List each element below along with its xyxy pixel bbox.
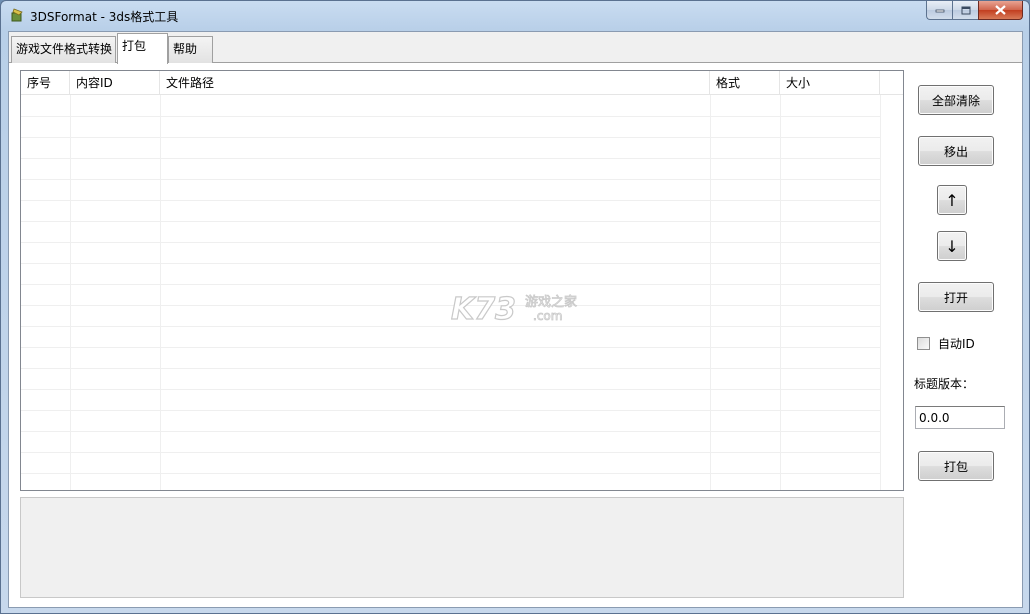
column-header-index[interactable]: 序号 — [21, 71, 70, 95]
move-down-button[interactable]: ↓ — [937, 231, 967, 261]
column-header-file-path[interactable]: 文件路径 — [160, 71, 710, 95]
pack-tab-page: 序号 内容ID 文件路径 格式 大小 K73 游戏之家 .com 全部清除 移出… — [9, 63, 1022, 607]
title-bar: 3DSFormat - 3ds格式工具 — [1, 1, 1029, 31]
tab-pack[interactable]: 打包 — [117, 33, 168, 64]
svg-text:游戏之家: 游戏之家 — [525, 294, 577, 310]
grid-line — [21, 473, 881, 474]
app-icon — [11, 8, 23, 22]
watermark-logo: K73 游戏之家 .com — [450, 289, 601, 332]
grid-line — [21, 347, 881, 348]
window-title: 3DSFormat - 3ds格式工具 — [30, 10, 179, 24]
file-list-header: 序号 内容ID 文件路径 格式 大小 — [21, 71, 903, 95]
grid-line — [21, 179, 881, 180]
grid-line — [21, 221, 881, 222]
grid-line — [21, 242, 881, 243]
tab-strip: 游戏文件格式转换 打包 帮助 — [9, 32, 1022, 64]
column-header-size[interactable]: 大小 — [780, 71, 880, 95]
grid-line — [21, 200, 881, 201]
open-button[interactable]: 打开 — [918, 282, 994, 312]
grid-line — [21, 410, 881, 411]
grid-line — [21, 452, 881, 453]
grid-line — [21, 389, 881, 390]
grid-line — [21, 158, 881, 159]
close-button[interactable] — [978, 1, 1023, 20]
log-panel — [20, 497, 904, 598]
svg-text:.com: .com — [533, 309, 562, 323]
title-version-label: 标题版本： — [914, 377, 975, 391]
client-area: 游戏文件格式转换 打包 帮助 序号 内容ID 文件路径 格式 大小 K73 游戏… — [8, 31, 1023, 608]
clear-all-button[interactable]: 全部清除 — [918, 85, 994, 115]
app-window: 3DSFormat - 3ds格式工具 游戏文件格式转换 打包 帮助 序号 内容… — [0, 0, 1030, 614]
k73-logo-icon: K73 游戏之家 .com — [450, 291, 577, 327]
column-header-filler — [880, 71, 903, 95]
column-header-format[interactable]: 格式 — [710, 71, 780, 95]
auto-id-label[interactable]: 自动ID — [938, 335, 975, 352]
minimize-button[interactable] — [926, 1, 952, 20]
svg-text:K73: K73 — [451, 292, 516, 327]
move-up-button[interactable]: ↑ — [937, 185, 967, 215]
column-header-content-id[interactable]: 内容ID — [70, 71, 160, 95]
grid-line — [21, 284, 881, 285]
title-version-input[interactable] — [915, 406, 1005, 429]
pack-button[interactable]: 打包 — [918, 451, 994, 481]
grid-line — [21, 263, 881, 264]
grid-line — [21, 431, 881, 432]
grid-line — [21, 137, 881, 138]
window-controls — [926, 1, 1023, 21]
close-icon — [995, 5, 1006, 15]
grid-line — [21, 116, 881, 117]
grid-line — [21, 368, 881, 369]
tab-help[interactable]: 帮助 — [168, 36, 213, 63]
auto-id-option[interactable]: 自动ID — [917, 335, 975, 352]
file-list[interactable]: 序号 内容ID 文件路径 格式 大小 K73 游戏之家 .com — [20, 70, 904, 491]
maximize-button[interactable] — [952, 1, 978, 20]
maximize-icon — [961, 6, 970, 14]
minimize-icon — [935, 9, 944, 13]
remove-button[interactable]: 移出 — [918, 136, 994, 166]
tab-format-convert[interactable]: 游戏文件格式转换 — [11, 36, 116, 63]
auto-id-checkbox[interactable] — [917, 337, 930, 350]
